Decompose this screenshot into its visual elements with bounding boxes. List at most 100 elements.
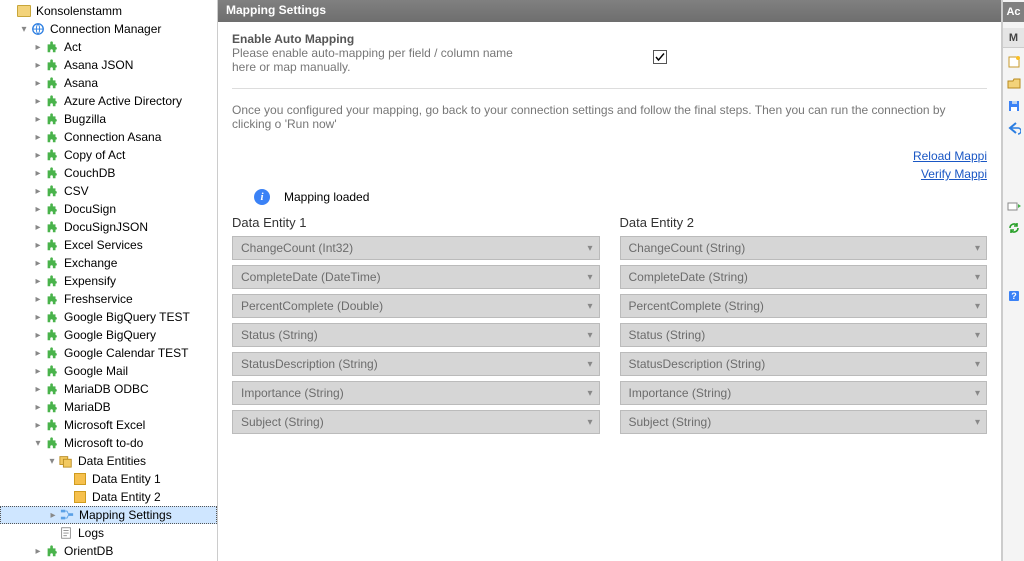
expander-icon[interactable]: ▸ [32, 42, 44, 53]
expander-icon[interactable]: ▸ [32, 258, 44, 269]
expander-icon[interactable]: ▸ [32, 384, 44, 395]
tree-connection-manager[interactable]: ▾ Connection Manager [0, 20, 217, 38]
tree-item-data-entities[interactable]: ▾ Data Entities [0, 452, 217, 470]
tree-item-orientdb[interactable]: ▸ OrientDB [0, 542, 217, 560]
tree-label: Data Entity 1 [92, 472, 161, 486]
tree-item-microsoft-todo[interactable]: ▾ Microsoft to-do [0, 434, 217, 452]
mapping-combo[interactable]: Status (String)▾ [620, 323, 988, 347]
help-icon[interactable]: ? [1006, 288, 1022, 304]
new-icon[interactable] [1006, 54, 1022, 70]
divider [232, 88, 987, 89]
combo-value: Status (String) [241, 328, 318, 342]
verify-mapping-link[interactable]: Verify Mappi [232, 167, 987, 181]
tree-label: Google Calendar TEST [64, 346, 189, 360]
tree-item[interactable]: ▸Microsoft Excel [0, 416, 217, 434]
tree-item[interactable]: ▸Connection Asana [0, 128, 217, 146]
tree-item[interactable]: ▸Expensify [0, 272, 217, 290]
mapping-combo[interactable]: PercentComplete (String)▾ [620, 294, 988, 318]
mapping-combo[interactable]: Subject (String)▾ [232, 410, 600, 434]
mapping-combo[interactable]: CompleteDate (DateTime)▾ [232, 265, 600, 289]
tree-item[interactable]: ▸MariaDB [0, 398, 217, 416]
expander-icon[interactable]: ▸ [32, 294, 44, 305]
tree-item[interactable]: ▸Copy of Act [0, 146, 217, 164]
tree-item[interactable]: ▸CSV [0, 182, 217, 200]
expander-icon[interactable]: ▾ [32, 438, 44, 449]
expander-icon[interactable]: ▸ [32, 402, 44, 413]
mapping-combo[interactable]: ChangeCount (String)▾ [620, 236, 988, 260]
tree-item[interactable]: ▸Google BigQuery [0, 326, 217, 344]
tree-item[interactable]: ▸ Azure Active Directory [0, 92, 217, 110]
save-icon[interactable] [1006, 98, 1022, 114]
expander-icon[interactable]: ▸ [32, 150, 44, 161]
expander-icon[interactable]: ▸ [32, 546, 44, 557]
expander-icon[interactable]: ▸ [32, 132, 44, 143]
mapping-combo[interactable]: Importance (String)▾ [620, 381, 988, 405]
play-icon[interactable] [1006, 198, 1022, 214]
expander-icon[interactable]: ▸ [32, 78, 44, 89]
tree-item[interactable]: ▸DocuSignJSON [0, 218, 217, 236]
tree-item[interactable]: ▸MariaDB ODBC [0, 380, 217, 398]
expander-icon[interactable]: ▸ [47, 510, 59, 521]
mapping-combo[interactable]: ChangeCount (Int32)▾ [232, 236, 600, 260]
expander-icon[interactable]: ▸ [32, 222, 44, 233]
chevron-down-icon: ▾ [975, 301, 980, 312]
expander-icon[interactable]: ▾ [18, 24, 30, 35]
expander-icon[interactable]: ▸ [32, 348, 44, 359]
tree-item[interactable]: ▸Exchange [0, 254, 217, 272]
expander-icon[interactable]: ▸ [32, 276, 44, 287]
combo-value: Importance (String) [629, 386, 732, 400]
tree-label: Azure Active Directory [64, 94, 182, 108]
tree-item[interactable]: ▸ Asana [0, 74, 217, 92]
tree-item-data-entity-2[interactable]: Data Entity 2 [0, 488, 217, 506]
mapping-combo[interactable]: CompleteDate (String)▾ [620, 265, 988, 289]
chevron-down-icon: ▾ [975, 359, 980, 370]
tree-item[interactable]: ▸CouchDB [0, 164, 217, 182]
expander-icon[interactable]: ▸ [32, 186, 44, 197]
refresh-icon[interactable] [1006, 220, 1022, 236]
tree-item[interactable]: ▸Google BigQuery TEST [0, 308, 217, 326]
tree-item[interactable]: ▸Asana JSON [0, 56, 217, 74]
expander-icon[interactable]: ▸ [32, 204, 44, 215]
expander-icon[interactable]: ▸ [32, 60, 44, 71]
tree-item[interactable]: ▸Excel Services [0, 236, 217, 254]
expander-icon[interactable]: ▸ [32, 114, 44, 125]
tree-item-data-entity-1[interactable]: Data Entity 1 [0, 470, 217, 488]
mapping-combo[interactable]: StatusDescription (String)▾ [620, 352, 988, 376]
mapping-combo[interactable]: Subject (String)▾ [620, 410, 988, 434]
tree-item[interactable]: ▸Bugzilla [0, 110, 217, 128]
tree-root[interactable]: Konsolenstamm [0, 2, 217, 20]
mapping-combo[interactable]: Status (String)▾ [232, 323, 600, 347]
back-icon[interactable] [1006, 120, 1022, 136]
expander-icon[interactable]: ▸ [32, 168, 44, 179]
tree-item[interactable]: ▸ Google Mail [0, 362, 217, 380]
expander-icon[interactable]: ▸ [32, 312, 44, 323]
tree-item-mapping-settings[interactable]: ▸ Mapping Settings [0, 506, 217, 524]
tree-item[interactable]: ▸Act [0, 38, 217, 56]
tree-item[interactable]: ▸DocuSign [0, 200, 217, 218]
puzzle-icon [44, 93, 60, 109]
tree-label: Asana [64, 76, 98, 90]
rightbar-tab-ac[interactable]: Ac [1003, 2, 1024, 22]
puzzle-icon [44, 165, 60, 181]
expander-icon[interactable]: ▸ [32, 96, 44, 107]
mapping-combo[interactable]: PercentComplete (Double)▾ [232, 294, 600, 318]
puzzle-icon [44, 435, 60, 451]
tree-item[interactable]: ▸Freshservice [0, 290, 217, 308]
expander-icon[interactable]: ▸ [32, 366, 44, 377]
enable-auto-mapping-checkbox[interactable] [653, 50, 667, 64]
chevron-down-icon: ▾ [975, 417, 980, 428]
tree-item-logs[interactable]: Logs [0, 524, 217, 542]
rightbar-tab-m[interactable]: M [1003, 28, 1024, 48]
expander-icon[interactable]: ▾ [46, 456, 58, 467]
tree-item[interactable]: ▸ Google Calendar TEST [0, 344, 217, 362]
open-icon[interactable] [1006, 76, 1022, 92]
reload-mapping-link[interactable]: Reload Mappi [232, 149, 987, 163]
expander-icon[interactable]: ▸ [32, 330, 44, 341]
expander-icon[interactable]: ▸ [32, 240, 44, 251]
tree-label: Microsoft to-do [64, 436, 143, 450]
expander-icon[interactable]: ▸ [32, 420, 44, 431]
tree-label: Google Mail [64, 364, 128, 378]
mapping-combo[interactable]: Importance (String)▾ [232, 381, 600, 405]
mapping-combo[interactable]: StatusDescription (String)▾ [232, 352, 600, 376]
combo-value: ChangeCount (String) [629, 241, 746, 255]
